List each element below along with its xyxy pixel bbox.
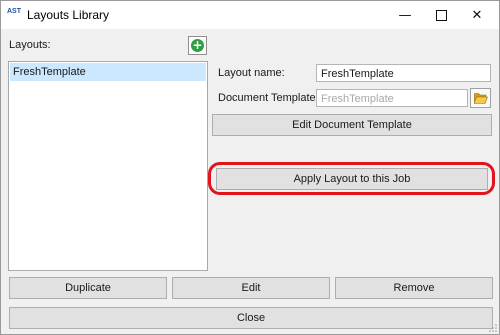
add-layout-button[interactable]: +	[188, 36, 207, 55]
layouts-label: Layouts:	[9, 39, 51, 51]
maximize-icon	[435, 9, 447, 21]
close-button[interactable]: Close	[9, 307, 493, 329]
document-template-label: Document Template:	[218, 92, 319, 104]
layout-name-label: Layout name:	[218, 67, 285, 79]
layouts-list[interactable]: FreshTemplate	[8, 61, 208, 271]
folder-open-icon	[473, 93, 488, 104]
apply-button-highlight	[208, 162, 495, 195]
browse-template-button[interactable]	[470, 88, 491, 108]
edit-document-template-button[interactable]: Edit Document Template	[212, 114, 492, 136]
list-item-freshtemplate[interactable]: FreshTemplate	[10, 63, 206, 81]
window-close-button[interactable]: ✕	[455, 1, 499, 29]
layout-name-input[interactable]: FreshTemplate	[316, 64, 491, 82]
document-template-input[interactable]: FreshTemplate	[316, 89, 468, 107]
title-bar: AST Layouts Library — ✕	[1, 1, 499, 29]
edit-button[interactable]: Edit	[172, 277, 330, 299]
window-title: Layouts Library	[27, 8, 110, 22]
duplicate-button[interactable]: Duplicate	[9, 277, 167, 299]
resize-grip-icon[interactable]	[489, 324, 497, 332]
plus-circle-icon: +	[191, 38, 204, 52]
layouts-library-window: AST Layouts Library — ✕ Layouts: + Fresh…	[0, 0, 500, 335]
remove-button[interactable]: Remove	[335, 277, 493, 299]
app-logo-icon: AST	[7, 8, 21, 15]
